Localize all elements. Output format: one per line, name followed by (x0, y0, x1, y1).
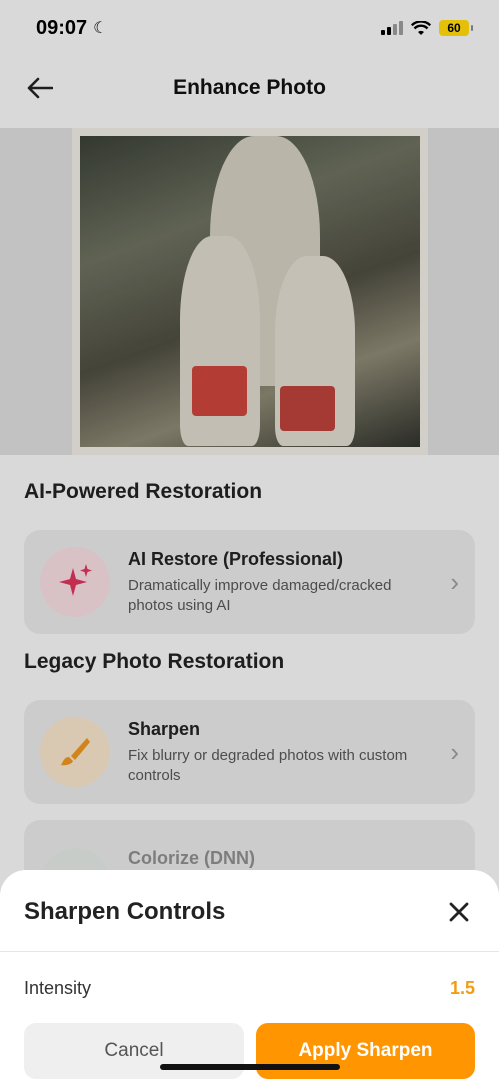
close-button[interactable] (445, 898, 473, 926)
home-indicator (160, 1064, 340, 1070)
sheet-title: Sharpen Controls (24, 898, 226, 925)
apply-sharpen-button[interactable]: Apply Sharpen (256, 1023, 475, 1079)
intensity-label: Intensity (24, 978, 92, 998)
close-icon (449, 902, 469, 922)
sharpen-controls-sheet: Sharpen Controls Intensity 1.5 Cancel Ap… (0, 870, 499, 1080)
cancel-button[interactable]: Cancel (24, 1023, 244, 1079)
divider (0, 951, 499, 952)
intensity-value: 1.5 (449, 978, 475, 998)
